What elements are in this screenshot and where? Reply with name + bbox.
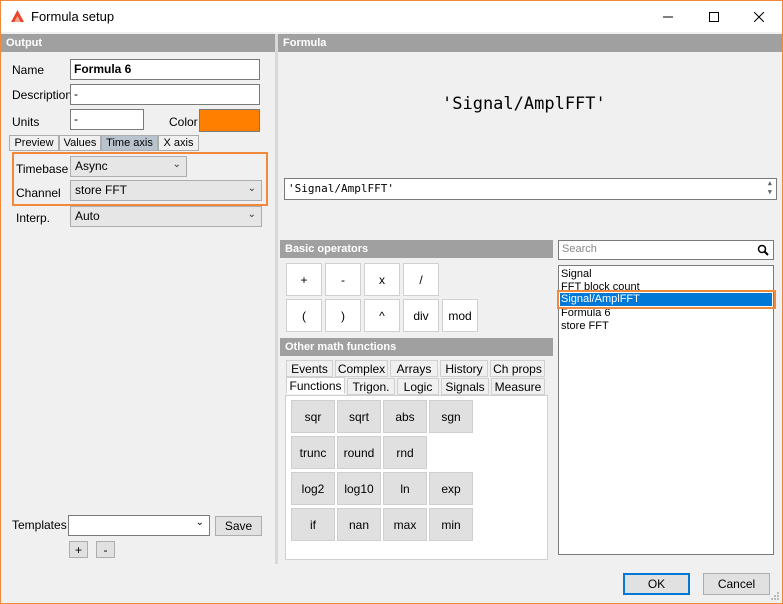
tab-history[interactable]: History (440, 360, 488, 377)
templates-select[interactable]: ⌄ (68, 515, 210, 536)
open-paren-button[interactable]: ( (286, 299, 322, 332)
fn-trunc-button[interactable]: trunc (291, 436, 335, 469)
window-title: Formula setup (31, 9, 115, 24)
formula-input[interactable]: 'Signal/AmplFFT' ▲ ▼ (284, 178, 777, 200)
search-placeholder: Search (562, 243, 597, 255)
tab-measure[interactable]: Measure (491, 378, 545, 395)
color-swatch[interactable] (199, 109, 260, 132)
search-input[interactable]: Search (558, 240, 774, 260)
tab-signals[interactable]: Signals (441, 378, 489, 395)
minimize-icon (663, 16, 673, 17)
fn-round-button[interactable]: round (337, 436, 381, 469)
title-bar: Formula setup (1, 1, 782, 32)
mod-operator-button[interactable]: mod (442, 299, 478, 332)
tab-trigon[interactable]: Trigon. (347, 378, 395, 395)
tab-time-axis[interactable]: Time axis (101, 135, 158, 151)
close-window-button[interactable] (736, 1, 782, 32)
fn-sgn-button[interactable]: sgn (429, 400, 473, 433)
fn-if-button[interactable]: if (291, 508, 335, 541)
formula-input-text: 'Signal/AmplFFT' (288, 182, 394, 195)
timebase-channel-highlight (12, 152, 268, 206)
close-paren-button[interactable]: ) (325, 299, 361, 332)
app-logo-icon (11, 10, 24, 22)
multiply-operator-button[interactable]: x (364, 263, 400, 296)
tab-events[interactable]: Events (286, 360, 333, 377)
name-label: Name (12, 63, 45, 77)
formula-setup-window: Formula setup Output Name Formula 6 Desc… (0, 0, 783, 604)
units-input[interactable]: - (70, 109, 144, 130)
interp-select[interactable]: Auto ⌄ (70, 206, 262, 227)
description-input[interactable]: - (70, 84, 260, 105)
spin-arrows-icon[interactable]: ▲ ▼ (768, 179, 772, 197)
interp-label: Interp. (16, 211, 51, 225)
minimize-button[interactable] (645, 1, 691, 32)
div-operator-button[interactable]: div (403, 299, 439, 332)
interp-value: Auto (75, 209, 100, 223)
search-icon[interactable] (757, 244, 769, 256)
name-input[interactable]: Formula 6 (70, 59, 260, 80)
remove-template-button[interactable]: - (96, 541, 115, 558)
selected-channel-highlight (557, 290, 776, 309)
units-label: Units (12, 115, 40, 129)
minus-operator-button[interactable]: - (325, 263, 361, 296)
templates-label: Templates (12, 518, 67, 532)
fn-max-button[interactable]: max (383, 508, 427, 541)
add-template-button[interactable]: + (69, 541, 88, 558)
chevron-down-icon: ⌄ (247, 209, 256, 220)
fn-log10-button[interactable]: log10 (337, 472, 381, 505)
divide-operator-button[interactable]: / (403, 263, 439, 296)
tab-logic[interactable]: Logic (397, 378, 439, 395)
fn-sqrt-button[interactable]: sqrt (337, 400, 381, 433)
basic-operators-header: Basic operators (280, 240, 553, 258)
fn-sqr-button[interactable]: sqr (291, 400, 335, 433)
tab-complex[interactable]: Complex (335, 360, 388, 377)
tab-functions[interactable]: Functions (286, 377, 345, 394)
ok-button[interactable]: OK (623, 573, 690, 595)
channel-item-store-fft[interactable]: store FFT (561, 320, 609, 333)
formula-header: Formula (278, 34, 782, 52)
panel-splitter[interactable] (275, 34, 278, 564)
tab-ch-props[interactable]: Ch props (490, 360, 545, 377)
tab-x-axis[interactable]: X axis (158, 135, 199, 151)
resize-grip-icon[interactable] (769, 590, 780, 601)
plus-operator-button[interactable]: + (286, 263, 322, 296)
tab-preview[interactable]: Preview (9, 135, 59, 151)
power-operator-button[interactable]: ^ (364, 299, 400, 332)
save-template-button[interactable]: Save (215, 516, 262, 536)
color-label: Color (169, 115, 198, 129)
other-math-header: Other math functions (280, 338, 553, 356)
fn-rnd-button[interactable]: rnd (383, 436, 427, 469)
fn-nan-button[interactable]: nan (337, 508, 381, 541)
tab-arrays[interactable]: Arrays (390, 360, 438, 377)
description-label: Description (12, 88, 73, 102)
output-header: Output (1, 34, 275, 52)
maximize-button[interactable] (691, 1, 737, 32)
chevron-down-icon: ⌄ (195, 517, 204, 528)
fn-min-button[interactable]: min (429, 508, 473, 541)
formula-preview: 'Signal/AmplFFT' (442, 94, 606, 114)
close-icon (754, 11, 764, 22)
fn-exp-button[interactable]: exp (429, 472, 473, 505)
fn-abs-button[interactable]: abs (383, 400, 427, 433)
fn-log2-button[interactable]: log2 (291, 472, 335, 505)
tab-values[interactable]: Values (59, 135, 101, 151)
channel-item-signal[interactable]: Signal (561, 268, 592, 281)
maximize-icon (709, 11, 719, 22)
cancel-button[interactable]: Cancel (703, 573, 770, 595)
fn-ln-button[interactable]: ln (383, 472, 427, 505)
